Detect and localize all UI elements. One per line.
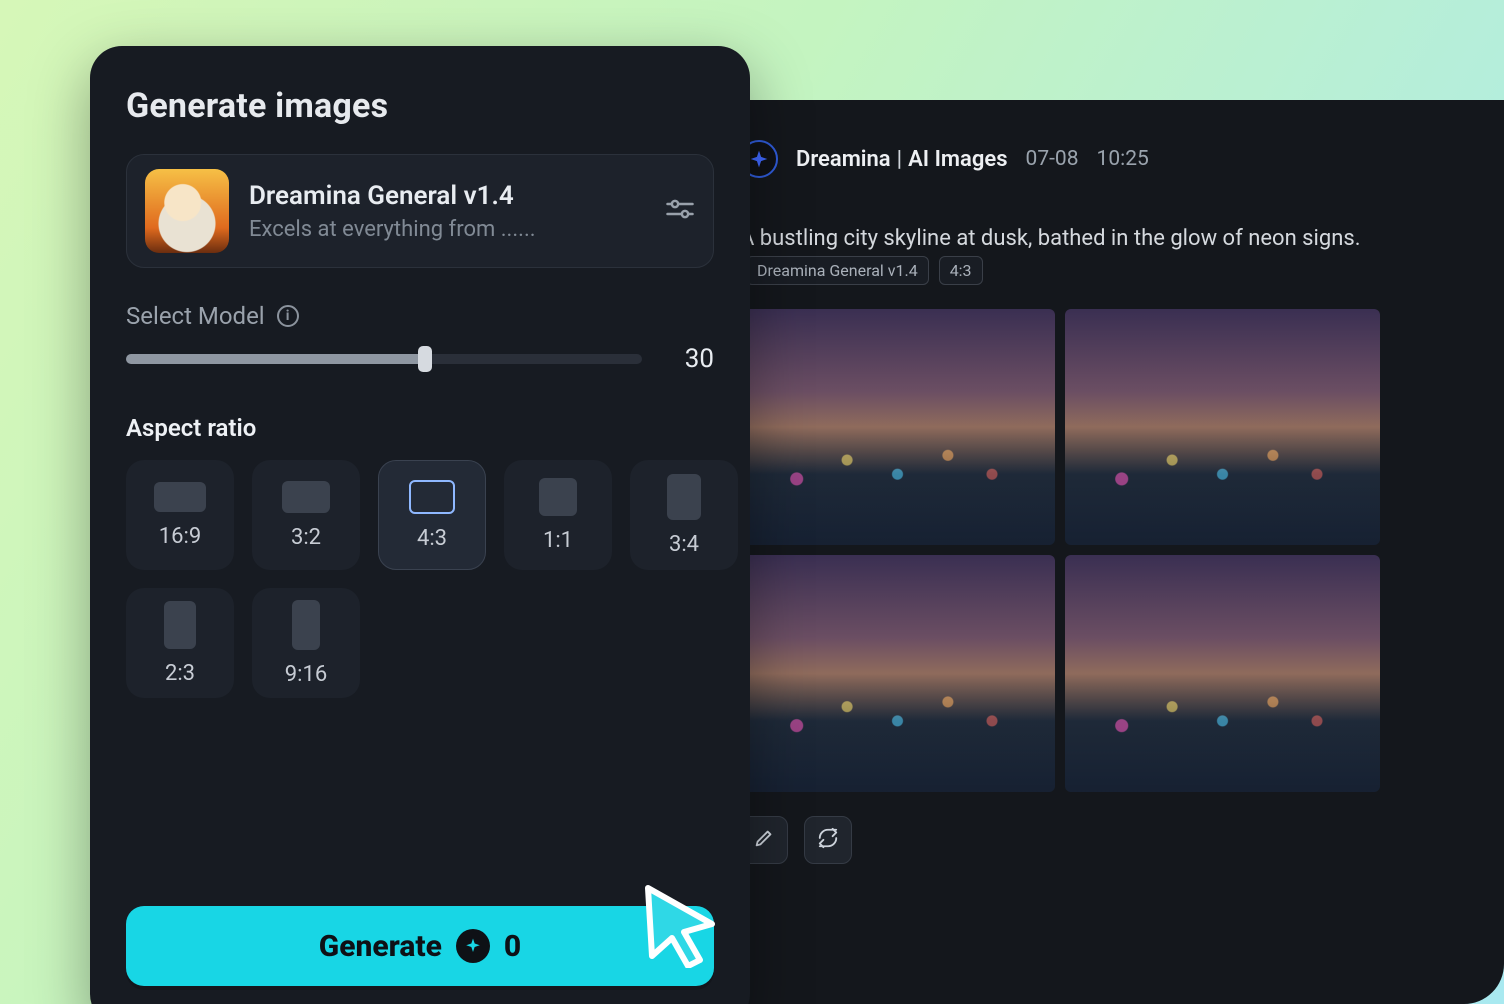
slider-label: Select Model (126, 302, 265, 330)
aspect-ratio-option-3x4[interactable]: 3:4 (630, 460, 738, 570)
prompt-text: A bustling city skyline at dusk, bathed … (740, 226, 1361, 251)
generated-image-4[interactable] (1065, 555, 1380, 791)
slider-value: 30 (666, 344, 714, 374)
ratio-label: 3:2 (291, 525, 321, 550)
generated-image-2[interactable] (1065, 309, 1380, 545)
prompt-block: A bustling city skyline at dusk, bathed … (740, 222, 1504, 285)
brand-name: Dreamina|AI Images (796, 147, 1008, 172)
pencil-icon (753, 827, 775, 853)
preview-header: Dreamina|AI Images 07-08 10:25 (740, 140, 1504, 178)
ratio-thumb-icon (409, 480, 455, 514)
model-texts: Dreamina General v1.4 Excels at everythi… (249, 181, 645, 242)
control-panel: Generate images Dreamina General v1.4 Ex… (90, 46, 750, 1004)
regenerate-button[interactable] (804, 816, 852, 864)
result-actions (740, 816, 1504, 864)
aspect-ratio-option-16x9[interactable]: 16:9 (126, 460, 234, 570)
aspect-ratio-option-2x3[interactable]: 2:3 (126, 588, 234, 698)
model-description: Excels at everything from ...... (249, 217, 645, 242)
aspect-ratio-title: Aspect ratio (126, 414, 714, 442)
preview-panel: Dreamina|AI Images 07-08 10:25 A bustlin… (690, 100, 1504, 1004)
ratio-thumb-icon (667, 474, 701, 520)
model-name: Dreamina General v1.4 (249, 181, 645, 211)
ratio-thumb-icon (282, 481, 330, 513)
ratio-label: 4:3 (417, 526, 447, 551)
refresh-icon (817, 827, 839, 853)
generation-date: 07-08 (1026, 147, 1079, 171)
ratio-label: 1:1 (543, 528, 573, 553)
ratio-label: 3:4 (669, 532, 699, 557)
tag-aspect-ratio: 4:3 (939, 256, 983, 285)
model-slider[interactable] (126, 354, 642, 364)
credit-icon (456, 929, 490, 963)
ratio-thumb-icon (539, 478, 577, 516)
generation-time: 10:25 (1097, 147, 1149, 171)
aspect-ratio-option-1x1[interactable]: 1:1 (504, 460, 612, 570)
panel-title: Generate images (126, 86, 714, 126)
tag-model: Dreamina General v1.4 (746, 256, 929, 285)
model-thumbnail (145, 169, 229, 253)
generated-image-1[interactable] (740, 309, 1055, 545)
aspect-ratio-option-3x2[interactable]: 3:2 (252, 460, 360, 570)
ratio-thumb-icon (154, 482, 206, 512)
generated-image-3[interactable] (740, 555, 1055, 791)
generate-label: Generate (319, 929, 442, 964)
generate-button[interactable]: Generate 0 (126, 906, 714, 986)
info-icon[interactable]: i (277, 305, 299, 327)
ratio-label: 2:3 (165, 661, 195, 686)
sliders-icon[interactable] (665, 194, 695, 228)
ratio-thumb-icon (292, 600, 320, 650)
credit-count: 0 (504, 929, 521, 964)
generated-image-grid (740, 309, 1380, 792)
ratio-thumb-icon (164, 601, 196, 649)
slider-thumb[interactable] (418, 346, 432, 372)
ratio-label: 9:16 (285, 662, 327, 687)
ratio-label: 16:9 (159, 524, 201, 549)
aspect-ratio-grid: 16:9 3:2 4:3 1:1 3:4 2:3 9:16 (126, 460, 714, 698)
aspect-ratio-option-9x16[interactable]: 9:16 (252, 588, 360, 698)
aspect-ratio-option-4x3[interactable]: 4:3 (378, 460, 486, 570)
model-selector[interactable]: Dreamina General v1.4 Excels at everythi… (126, 154, 714, 268)
